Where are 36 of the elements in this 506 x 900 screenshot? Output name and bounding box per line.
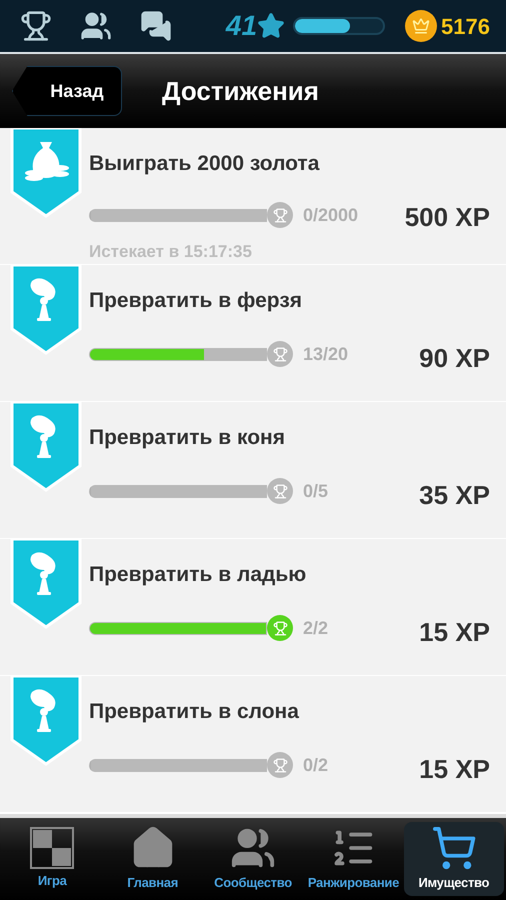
nav-tab[interactable]: Главная (102, 822, 203, 896)
checkerboard-icon (30, 827, 74, 870)
nav-tab[interactable]: Сообщество (202, 822, 304, 896)
crown-coin-icon (405, 10, 438, 42)
achievement-title: Превратить в слона (89, 699, 300, 725)
trophy-icon[interactable] (20, 10, 52, 42)
achievement-title: Превратить в ладью (89, 562, 308, 588)
xp-reward: 90 XP (419, 342, 490, 374)
nav-tab[interactable]: Ранжирование (303, 822, 404, 896)
star-icon (257, 12, 286, 40)
coin-count: 5176 (441, 12, 490, 40)
hand-pawn-badge-icon (10, 265, 82, 355)
hand-pawn-badge-icon (10, 402, 82, 492)
xp-reward: 35 XP (419, 478, 490, 512)
progress-count: 0/2000 (303, 204, 358, 226)
progress-count: 0/5 (303, 480, 328, 502)
xp-reward: 15 XP (419, 752, 490, 786)
level-number: 41 (226, 9, 258, 43)
progress-count: 13/20 (303, 342, 348, 366)
progress-count: 2/2 (303, 616, 328, 640)
page-title: Достижения (162, 74, 319, 108)
achievement-title: Превратить в ферзя (89, 288, 304, 314)
back-button[interactable]: Назад (12, 66, 122, 116)
achievement-title: Превратить в коня (89, 425, 286, 451)
xp-reward: 15 XP (419, 616, 490, 648)
friends-icon[interactable] (80, 10, 112, 42)
nav-tab[interactable]: Имущество (404, 822, 504, 896)
achievement-title: Выиграть 2000 золота (89, 151, 320, 177)
money-bag-badge-icon (10, 128, 82, 218)
hand-pawn-badge-icon (10, 676, 82, 766)
nav-tab[interactable]: Игра (2, 822, 102, 896)
chat-icon[interactable] (140, 10, 172, 42)
progress-count: 0/2 (303, 754, 328, 776)
hand-pawn-badge-icon (10, 539, 82, 629)
shopping-cart-icon (430, 825, 477, 872)
xp-reward: 500 XP (404, 200, 490, 234)
